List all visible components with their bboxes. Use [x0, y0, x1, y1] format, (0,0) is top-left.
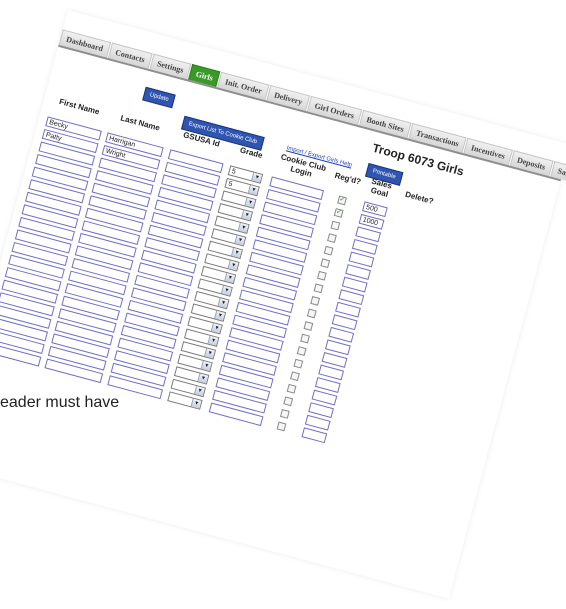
regd-checkbox[interactable]: [293, 358, 304, 369]
regd-checkbox[interactable]: [283, 396, 294, 407]
chevron-down-icon: ▾: [251, 172, 262, 183]
check-icon: ✓: [338, 195, 346, 205]
grade-value: 5: [227, 180, 234, 189]
regd-checkbox[interactable]: [290, 371, 300, 382]
chevron-down-icon: ▾: [197, 373, 209, 384]
regd-checkbox[interactable]: [313, 283, 324, 294]
chevron-down-icon: ▾: [241, 210, 252, 221]
girls-page: Dashboard Contacts Settings Girls Init. Orde…: [0, 10, 566, 599]
regd-checkbox[interactable]: [310, 295, 321, 306]
grade-value: 5: [230, 168, 237, 176]
chevron-down-icon: ▾: [207, 335, 219, 346]
chevron-down-icon: ▾: [190, 398, 202, 409]
regd-checkbox[interactable]: [323, 245, 334, 256]
regd-checkbox[interactable]: [320, 258, 331, 269]
chevron-down-icon: ▾: [237, 222, 249, 233]
regd-checkbox[interactable]: [279, 408, 290, 419]
chevron-down-icon: ▾: [230, 247, 242, 258]
chevron-down-icon: ▾: [220, 285, 232, 296]
regd-checkbox[interactable]: ✓: [333, 208, 344, 218]
chevron-down-icon: ▾: [217, 298, 229, 309]
regd-checkbox[interactable]: ✓: [337, 195, 347, 206]
chevron-down-icon: ▾: [200, 360, 212, 371]
chevron-down-icon: ▾: [224, 272, 236, 283]
regd-checkbox[interactable]: [330, 220, 341, 231]
chevron-down-icon: ▾: [227, 260, 239, 271]
regd-checkbox[interactable]: [303, 321, 314, 331]
regd-checkbox[interactable]: [286, 383, 297, 394]
chevron-down-icon: ▾: [204, 348, 215, 359]
regd-checkbox[interactable]: [276, 421, 287, 432]
regd-checkbox[interactable]: [300, 333, 310, 344]
chevron-down-icon: ▾: [244, 197, 256, 208]
regd-checkbox[interactable]: [316, 270, 327, 281]
regd-checkbox[interactable]: [327, 233, 337, 243]
regd-checkbox[interactable]: [296, 346, 307, 357]
caption-text: eader must have: [0, 394, 120, 411]
chevron-down-icon: ▾: [234, 235, 246, 246]
regd-checkbox[interactable]: [306, 308, 317, 319]
chevron-down-icon: ▾: [210, 323, 222, 334]
check-icon: ✓: [335, 208, 343, 217]
chevron-down-icon: ▾: [193, 385, 205, 397]
chevron-down-icon: ▾: [247, 185, 259, 196]
chevron-down-icon: ▾: [214, 310, 225, 321]
